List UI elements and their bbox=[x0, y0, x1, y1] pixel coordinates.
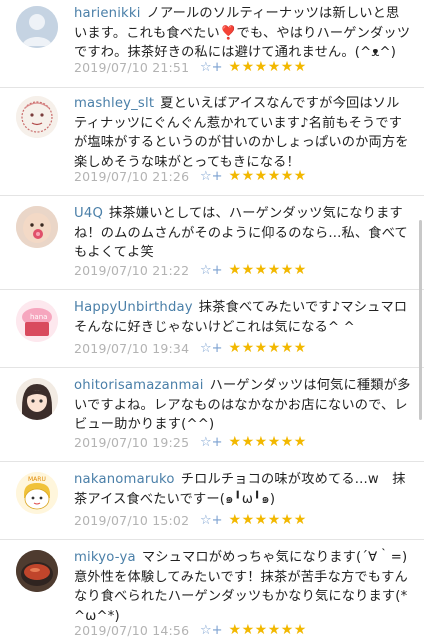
review-text-block: U4Q 抹茶嫌いとしては、ハーゲンダッツ気になりますね！のムのムさんがそのように仰… bbox=[74, 204, 412, 263]
food-photo-avatar bbox=[16, 550, 58, 592]
review-item: ohitorisamazanmai ハーゲンダッツは何気に種類が多いですよね。レア… bbox=[0, 368, 424, 462]
username-link[interactable]: nakanomaruko bbox=[74, 472, 175, 487]
favorite-add-icon[interactable]: ☆+ bbox=[200, 169, 223, 184]
cartoon-character-avatar: MARU bbox=[16, 472, 58, 514]
review-text-block: mashley_slt 夏といえばアイスなんですが今回はソルティナッツにぐんぐん惹… bbox=[74, 94, 412, 172]
rating-stars: ★★★★★★ bbox=[228, 434, 307, 450]
avatar[interactable] bbox=[16, 550, 58, 592]
avatar[interactable] bbox=[16, 378, 58, 420]
review-text-block: nakanomaruko チロルチョコの味が攻めてる...w 抹茶アイス食べたいで… bbox=[74, 470, 412, 509]
username-link[interactable]: mashley_slt bbox=[74, 96, 154, 111]
review-date: 2019/07/10 15:02 bbox=[74, 512, 190, 528]
review-date: 2019/07/10 21:22 bbox=[74, 262, 190, 278]
review-text-block: ohitorisamazanmai ハーゲンダッツは何気に種類が多いですよね。レア… bbox=[74, 376, 412, 435]
avatar[interactable]: hana bbox=[16, 300, 58, 342]
favorite-add-icon[interactable]: ☆+ bbox=[200, 263, 223, 278]
avatar[interactable]: MARU bbox=[16, 472, 58, 514]
favorite-add-icon[interactable]: ☆+ bbox=[200, 341, 223, 356]
rating-stars: ★★★★★★ bbox=[228, 262, 307, 278]
review-item: mashley_slt 夏といえばアイスなんですが今回はソルティナッツにぐんぐん惹… bbox=[0, 88, 424, 196]
username-link[interactable]: harienikki bbox=[74, 6, 141, 21]
default-person-icon bbox=[16, 6, 58, 48]
cupcake-label: hana bbox=[30, 313, 47, 321]
favorite-add-icon[interactable]: ☆+ bbox=[200, 60, 223, 75]
favorite-add-icon[interactable]: ☆+ bbox=[200, 623, 223, 638]
rating-stars: ★★★★★★ bbox=[228, 340, 307, 356]
cupcake-avatar: hana bbox=[16, 300, 58, 342]
review-text: 抹茶嫌いとしては、ハーゲンダッツ気になりますね！のムのムさんがそのように仰るのな… bbox=[74, 206, 408, 260]
username-link[interactable]: HappyUnbirthday bbox=[74, 300, 193, 315]
rating-stars: ★★★★★★ bbox=[228, 622, 307, 638]
review-text-block: mikyo-ya マシュマロがめっちゃ気になります(´∀｀=)意外性を体験してみた… bbox=[74, 548, 412, 626]
username-link[interactable]: ohitorisamazanmai bbox=[74, 378, 204, 393]
scrollbar[interactable] bbox=[419, 220, 422, 420]
sketch-face-avatar bbox=[16, 96, 58, 138]
username-link[interactable]: mikyo-ya bbox=[74, 550, 136, 565]
review-list: harienikki ノアールのソルティーナッツは新しいと思います。これも食べたい… bbox=[0, 0, 424, 640]
avatar[interactable] bbox=[16, 96, 58, 138]
rating-stars: ★★★★★★ bbox=[228, 168, 307, 184]
avatar[interactable] bbox=[16, 206, 58, 248]
review-item: MARU nakanomaruko チロルチョコの味が攻めてる...w 抹茶アイス… bbox=[0, 462, 424, 540]
review-item: mikyo-ya マシュマロがめっちゃ気になります(´∀｀=)意外性を体験してみた… bbox=[0, 540, 424, 640]
review-text-block: harienikki ノアールのソルティーナッツは新しいと思います。これも食べたい… bbox=[74, 4, 412, 63]
review-date: 2019/07/10 19:25 bbox=[74, 434, 190, 450]
baby-photo-avatar bbox=[16, 206, 58, 248]
review-item: harienikki ノアールのソルティーナッツは新しいと思います。これも食べたい… bbox=[0, 0, 424, 88]
review-date: 2019/07/10 21:26 bbox=[74, 168, 190, 184]
review-item: hana HappyUnbirthday 抹茶食べてみたいです♪マシュマロそんなに… bbox=[0, 290, 424, 368]
review-item: U4Q 抹茶嫌いとしては、ハーゲンダッツ気になりますね！のムのムさんがそのように仰… bbox=[0, 196, 424, 290]
avatar-label: MARU bbox=[28, 476, 46, 483]
anime-girl-avatar bbox=[16, 378, 58, 420]
rating-stars: ★★★★★★ bbox=[228, 512, 307, 528]
favorite-add-icon[interactable]: ☆+ bbox=[200, 513, 223, 528]
review-date: 2019/07/10 14:56 bbox=[74, 622, 190, 638]
review-date: 2019/07/10 21:51 bbox=[74, 59, 190, 75]
favorite-add-icon[interactable]: ☆+ bbox=[200, 435, 223, 450]
avatar[interactable] bbox=[16, 6, 58, 48]
username-link[interactable]: U4Q bbox=[74, 206, 103, 221]
review-text-block: HappyUnbirthday 抹茶食べてみたいです♪マシュマロそんなに好きじゃな… bbox=[74, 298, 412, 337]
rating-stars: ★★★★★★ bbox=[228, 59, 307, 75]
review-date: 2019/07/10 19:34 bbox=[74, 340, 190, 356]
